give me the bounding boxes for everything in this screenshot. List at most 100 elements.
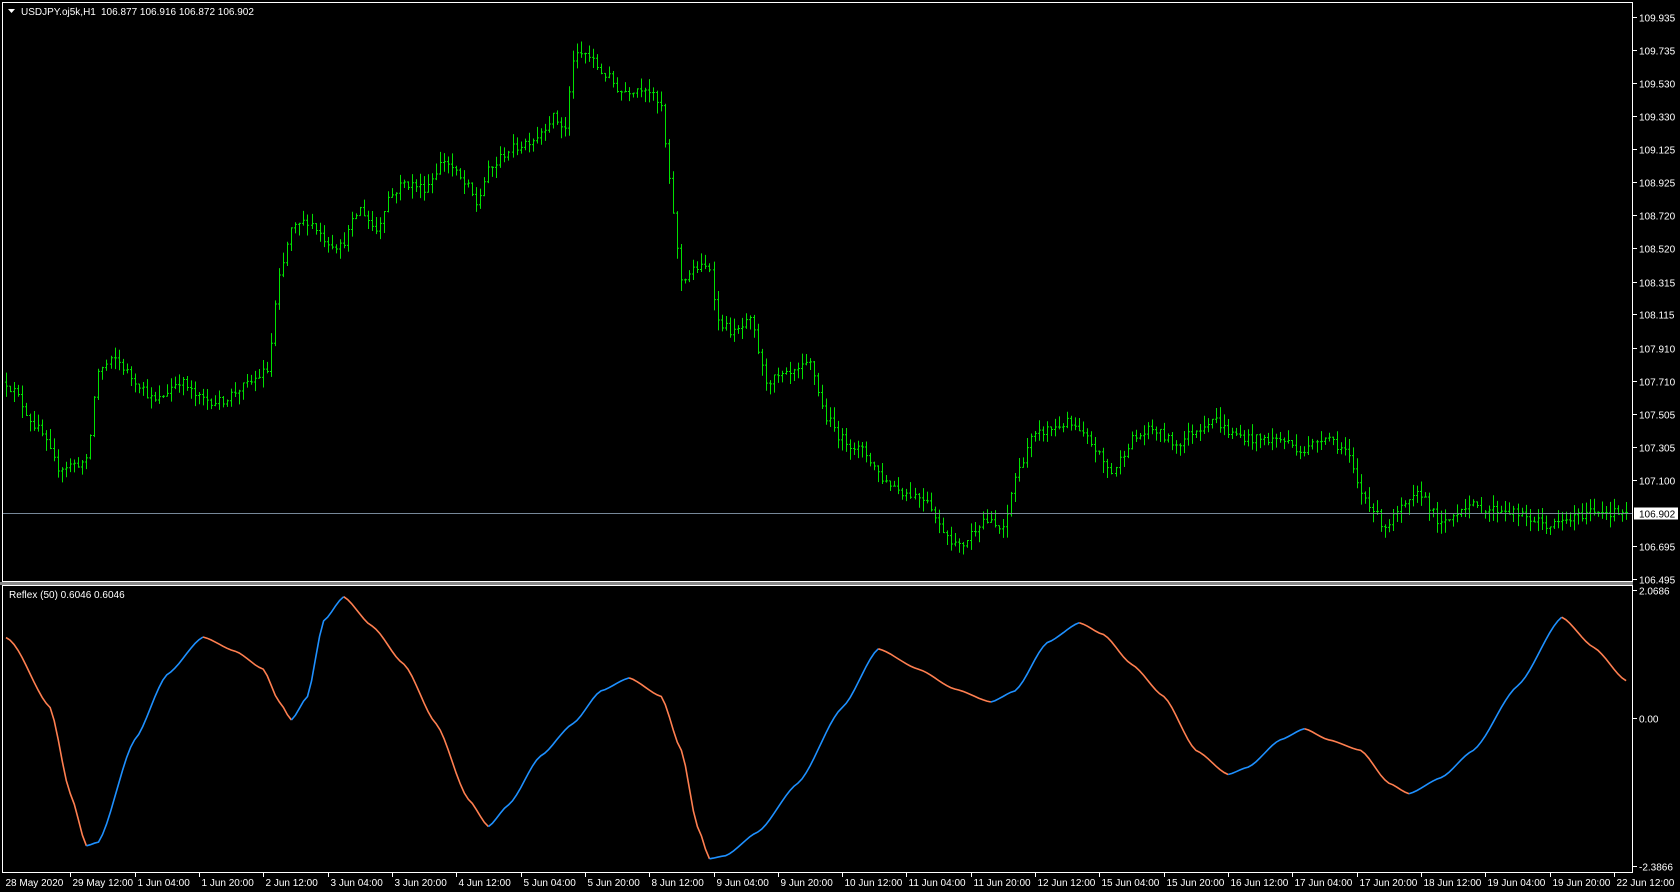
price-bar	[1311, 438, 1314, 450]
price-bar	[1074, 417, 1077, 431]
price-bar	[1139, 432, 1142, 440]
price-bar	[1492, 495, 1495, 521]
price-bar	[1187, 422, 1190, 446]
price-bar	[1062, 423, 1065, 433]
price-bar	[1291, 440, 1294, 448]
price-bar	[552, 112, 555, 129]
price-bar	[65, 461, 68, 478]
time-axis[interactable]: 28 May 2020 29 May 12:00 1 Jun 04:00 1 Jun …	[6, 873, 1675, 889]
price-bar	[1436, 502, 1439, 533]
price-bar	[435, 163, 438, 181]
price-bar	[1424, 492, 1427, 498]
price-bar	[375, 216, 378, 235]
price-bar	[1464, 499, 1467, 518]
price-bar	[1283, 437, 1286, 450]
price-bar	[311, 213, 314, 229]
price-bar	[596, 54, 599, 70]
price-bar	[9, 385, 12, 393]
price-bar	[725, 316, 728, 331]
price-bar	[1344, 437, 1347, 456]
time-tick-label: 29 May 12:00	[73, 878, 134, 889]
price-bar	[298, 222, 301, 236]
price-bar	[1195, 430, 1198, 438]
price-bar	[1287, 430, 1290, 444]
price-bar	[1625, 501, 1628, 520]
price-bar	[889, 480, 892, 492]
price-bar	[817, 372, 820, 397]
price-bar	[580, 41, 583, 58]
price-bar	[696, 261, 699, 274]
price-bar	[118, 349, 121, 371]
price-bar	[1613, 498, 1616, 522]
price-bar	[974, 522, 977, 537]
price-tick-label: 106.495	[1639, 576, 1676, 587]
price-bar	[1175, 440, 1178, 454]
price-bar	[773, 374, 776, 393]
price-bar	[749, 315, 752, 330]
price-bar	[150, 387, 153, 409]
price-bar	[1316, 439, 1319, 453]
price-bar	[893, 480, 896, 487]
price-bar	[174, 376, 177, 390]
price-bar	[238, 389, 241, 405]
price-tick-label: 107.505	[1639, 411, 1676, 422]
price-bar	[1090, 431, 1093, 447]
price-bar	[1320, 431, 1323, 451]
price-bar	[262, 360, 265, 388]
price-bar	[1034, 430, 1037, 442]
collapse-triangle-icon[interactable]	[8, 9, 15, 13]
price-bar	[1553, 518, 1556, 530]
price-bar	[604, 72, 607, 82]
price-bar	[339, 239, 342, 259]
price-bar	[282, 252, 285, 278]
price-bar	[194, 381, 197, 407]
time-tick-label: 15 Jun 04:00	[1102, 878, 1160, 889]
price-bars	[5, 41, 1628, 555]
price-bar	[660, 91, 663, 112]
price-bar	[1094, 437, 1097, 463]
price-bar	[403, 179, 406, 188]
price-bar	[1247, 429, 1250, 447]
price-bar	[528, 132, 531, 153]
price-bar	[1299, 445, 1302, 460]
price-bar	[588, 45, 591, 62]
price-bar	[1259, 433, 1262, 449]
price-bar	[37, 414, 40, 432]
price-bar	[966, 540, 969, 548]
price-bar	[1050, 426, 1053, 437]
price-bar	[1601, 501, 1604, 519]
price-bar	[1271, 428, 1274, 451]
price-bar	[198, 391, 201, 405]
price-bar	[1231, 427, 1234, 439]
price-bar	[105, 359, 108, 371]
time-tick-label: 16 Jun 12:00	[1231, 878, 1289, 889]
price-bar	[1529, 509, 1532, 532]
reflex-line	[5, 596, 1627, 860]
price-bar	[1163, 422, 1166, 443]
price-bar	[230, 388, 233, 407]
price-bar	[206, 389, 209, 410]
price-bar	[1171, 432, 1174, 451]
price-bar	[487, 160, 490, 184]
price-bar	[1376, 500, 1379, 515]
price-bar	[897, 477, 900, 495]
price-bar	[347, 225, 350, 252]
price-bar	[110, 355, 113, 369]
pane-separator[interactable]	[0, 582, 1633, 585]
price-bar	[704, 254, 707, 270]
price-bar	[471, 182, 474, 197]
price-bar	[564, 117, 567, 137]
price-bar	[809, 358, 812, 371]
reflex-rising-segment	[487, 677, 630, 828]
price-axis[interactable]: 109.935 109.735 109.530 109.330 109.125 108.9…	[3, 14, 1678, 587]
price-bar	[234, 382, 237, 397]
price-bar	[250, 374, 253, 385]
price-bar	[355, 213, 358, 220]
price-bar	[154, 391, 157, 402]
price-bar	[1621, 509, 1624, 522]
price-bar	[315, 223, 318, 235]
time-tick-label: 19 Jun 04:00	[1488, 878, 1546, 889]
reflex-tick-label: 2.0686	[1639, 587, 1670, 598]
reflex-falling-segment	[343, 596, 489, 828]
price-bar	[1525, 504, 1528, 527]
